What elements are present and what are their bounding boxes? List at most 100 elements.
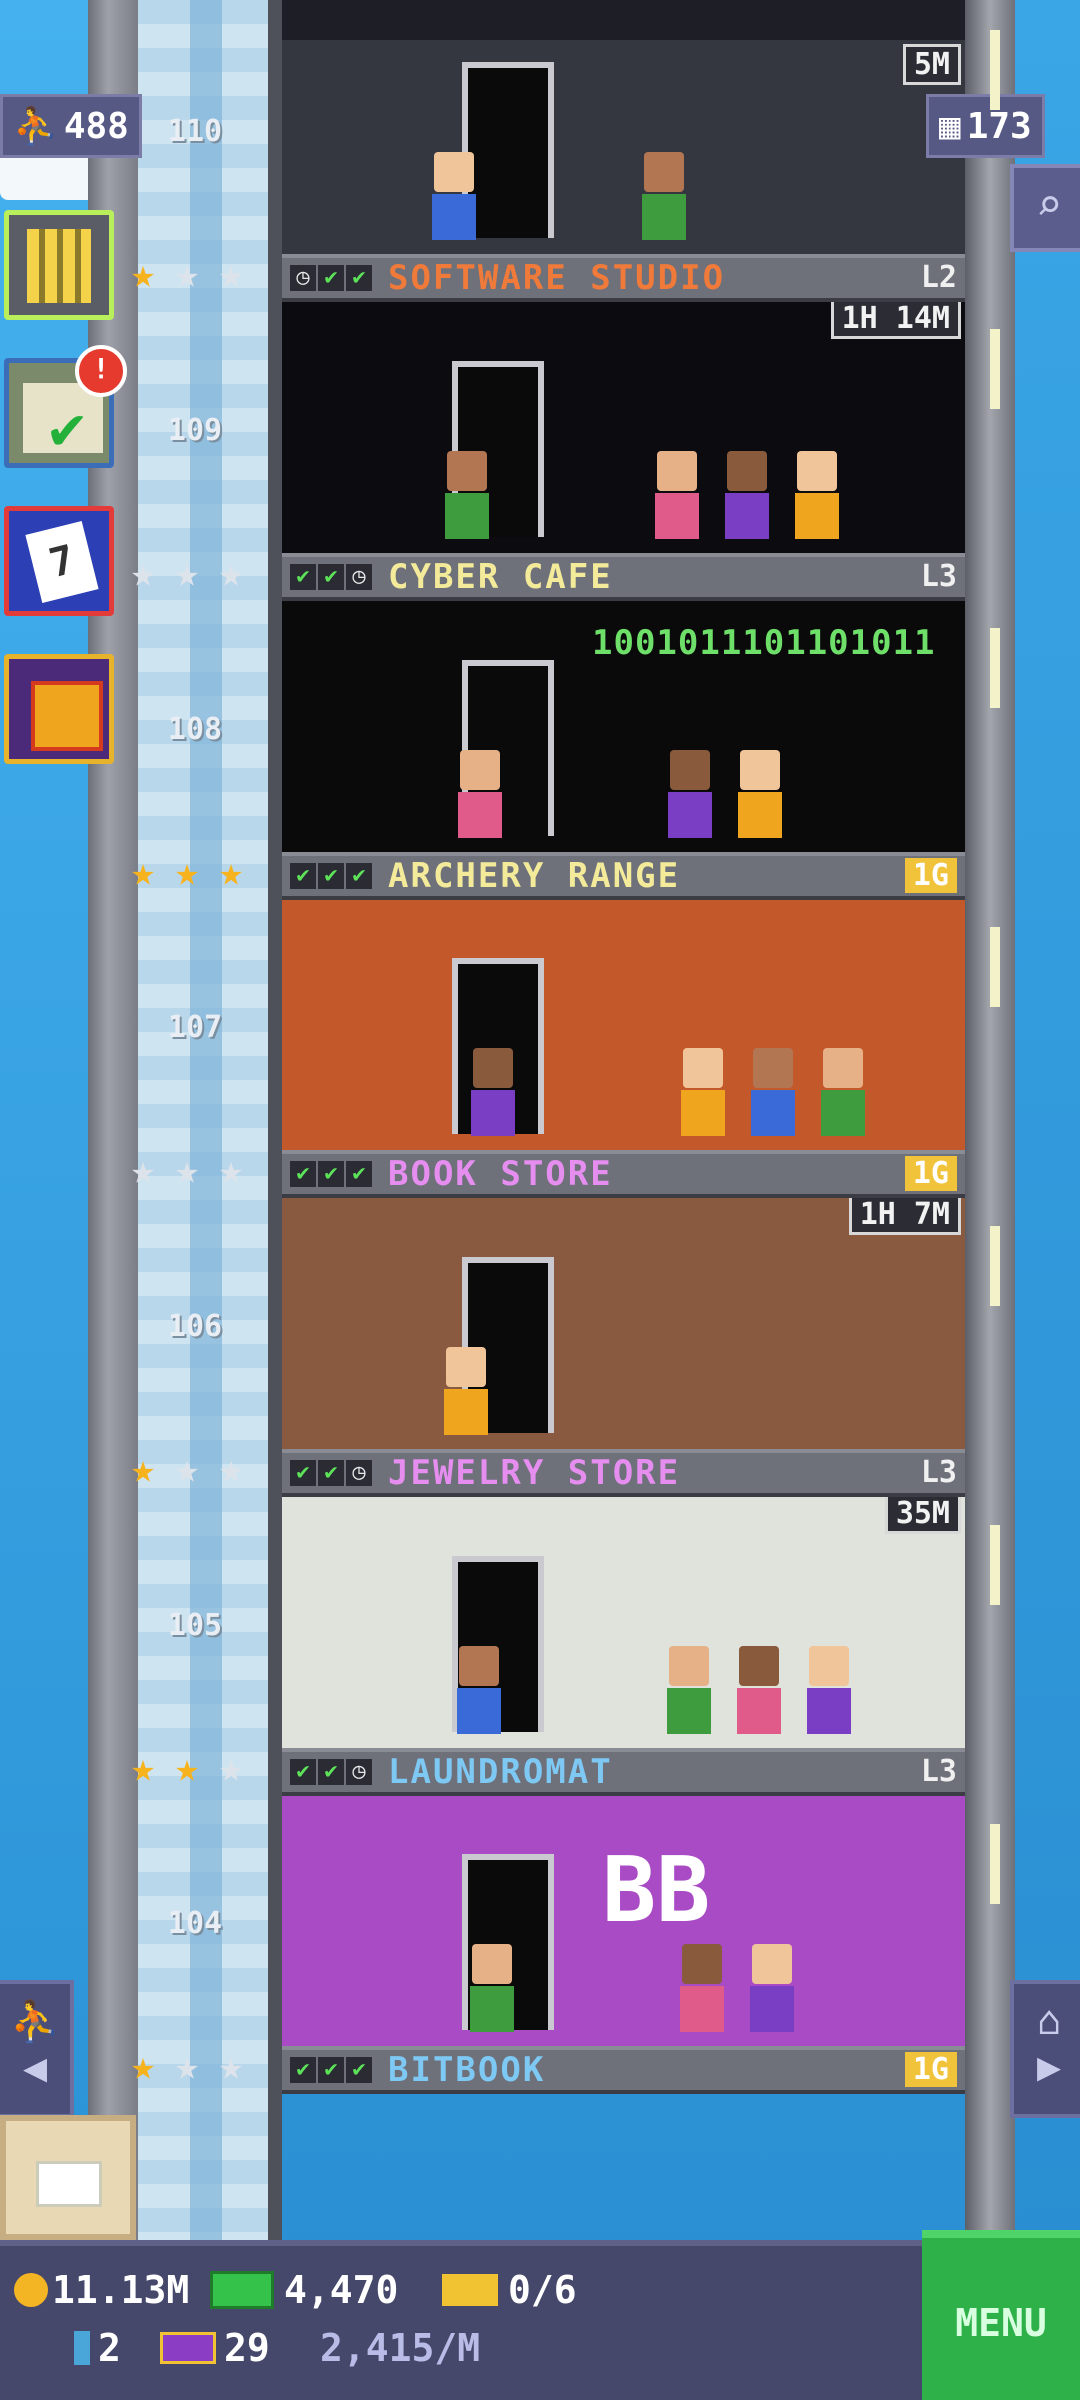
- tower-frame-inner: [268, 0, 282, 2240]
- building-icon: ▦: [939, 105, 961, 147]
- delivery-crate-button[interactable]: [0, 2115, 136, 2240]
- bitizen[interactable]: [751, 1048, 795, 1138]
- check-icon: ✔: [318, 2057, 344, 2083]
- tower-window: [990, 1525, 1000, 1605]
- check-icon: ✔: [318, 1161, 344, 1187]
- bitizen[interactable]: [821, 1048, 865, 1138]
- star-icon: ★: [218, 1745, 244, 1791]
- bitizen[interactable]: [667, 1646, 711, 1736]
- floor-104-label[interactable]: ✔ ✔ ✔ BITBOOK 1G: [282, 2046, 965, 2094]
- golden-tickets-display[interactable]: 29: [160, 2326, 270, 2370]
- visitor-nav-button[interactable]: ⛹ ◀: [0, 1980, 74, 2118]
- build-floor-button[interactable]: [4, 210, 114, 320]
- vip-value: 0/6: [508, 2268, 577, 2312]
- floor-name: SOFTWARE STUDIO: [388, 258, 726, 298]
- stock-status: ◷ ✔ ✔: [290, 265, 372, 291]
- floor-110-scene[interactable]: 5M: [282, 40, 965, 254]
- star-icon: ★: [174, 2043, 200, 2089]
- missions-button[interactable]: ✔ !: [4, 345, 127, 468]
- check-icon: ✔: [318, 1460, 344, 1486]
- bitizen[interactable]: [470, 1944, 514, 2034]
- gift-button[interactable]: [4, 654, 114, 764]
- restock-timer[interactable]: 1H 7M: [848, 1194, 961, 1235]
- bitizen[interactable]: [737, 1646, 781, 1736]
- check-icon: ✔: [318, 564, 344, 590]
- bitizen[interactable]: [642, 152, 686, 242]
- tickets-display[interactable]: 2: [74, 2326, 121, 2370]
- bitizen[interactable]: [445, 451, 489, 541]
- tickets-value: 2: [98, 2326, 121, 2370]
- bitizen[interactable]: [457, 1646, 501, 1736]
- game-screen: 5M 1H 14M 1001011101101011 1H 7M 35M BB ⛹ 488…: [0, 0, 1080, 2400]
- bitizen[interactable]: [725, 451, 769, 541]
- bitizen[interactable]: [680, 1944, 724, 2034]
- floor-number: 104: [167, 1906, 223, 1941]
- bitizen[interactable]: [795, 451, 839, 541]
- ticket-icon: [74, 2331, 90, 2365]
- floor-109-label[interactable]: ✔ ✔ ◷ CYBER CAFE L3: [282, 553, 965, 601]
- restock-timer[interactable]: 35M: [884, 1493, 961, 1534]
- star-icon: ★: [130, 1446, 156, 1492]
- restock-timer[interactable]: 1H 14M: [830, 298, 961, 339]
- clock-icon: ◷: [346, 564, 372, 590]
- bitizen[interactable]: [432, 152, 476, 242]
- floor-counter[interactable]: ▦ 173: [926, 94, 1045, 158]
- star-icon: ★: [130, 2043, 156, 2089]
- search-button[interactable]: ⌕: [1010, 164, 1080, 252]
- floor-106-label[interactable]: ✔ ✔ ◷ JEWELRY STORE L3: [282, 1449, 965, 1497]
- check-icon: ✔: [346, 863, 372, 889]
- coins-display[interactable]: 11.13M: [14, 2268, 189, 2312]
- tower-window: [990, 329, 1000, 409]
- calendar-button[interactable]: 7: [4, 506, 114, 616]
- bitizen[interactable]: [750, 1944, 794, 2034]
- clock-icon: ◷: [346, 1460, 372, 1486]
- bitizen[interactable]: [807, 1646, 851, 1736]
- floor-109-scene[interactable]: 1H 14M: [282, 294, 965, 553]
- floor-name: ARCHERY RANGE: [388, 856, 681, 896]
- sky: [0, 0, 90, 2240]
- floor-105-label[interactable]: ✔ ✔ ◷ LAUNDROMAT L3: [282, 1748, 965, 1796]
- star-icon: ★: [130, 550, 156, 596]
- arrow-left-icon: ◀: [22, 2045, 48, 2091]
- bitizen[interactable]: [444, 1347, 488, 1437]
- person-icon: ⛹: [10, 1999, 60, 2045]
- lobby-nav-button[interactable]: ⌂ ▶: [1010, 1980, 1080, 2118]
- floor-stars: ★ ★ ★: [122, 851, 252, 893]
- bitbook-logo: BB: [602, 1838, 711, 1943]
- clock-icon: ◷: [346, 1759, 372, 1785]
- menu-button[interactable]: MENU: [922, 2230, 1080, 2400]
- check-icon: ✔: [346, 1161, 372, 1187]
- magnifier-icon: ⌕: [1035, 180, 1063, 231]
- binary-code-text: 1001011101101011: [592, 623, 936, 663]
- bitizen[interactable]: [471, 1048, 515, 1138]
- floor-level: 1G: [904, 2052, 957, 2087]
- bitizen[interactable]: [655, 451, 699, 541]
- vip-card-icon: [442, 2274, 498, 2306]
- bitizen[interactable]: [668, 750, 712, 840]
- star-icon: ★: [218, 1147, 244, 1193]
- bitizen[interactable]: [738, 750, 782, 840]
- star-icon: ★: [174, 849, 200, 895]
- tower-frame-left: [88, 0, 138, 2240]
- floor-107-scene[interactable]: [282, 892, 965, 1150]
- floor-number: 108: [167, 712, 223, 747]
- bitizen[interactable]: [458, 750, 502, 840]
- floor-108-scene[interactable]: 1001011101101011: [282, 593, 965, 852]
- floor-stars: ★ ★ ★: [122, 1747, 252, 1789]
- floor-110-label[interactable]: ◷ ✔ ✔ SOFTWARE STUDIO L2: [282, 254, 965, 302]
- check-icon: ✔: [346, 2057, 372, 2083]
- floor-106-scene[interactable]: 1H 7M: [282, 1190, 965, 1449]
- floor-108-label[interactable]: ✔ ✔ ✔ ARCHERY RANGE 1G: [282, 852, 965, 900]
- floor-105-scene[interactable]: 35M: [282, 1489, 965, 1748]
- floor-104-scene[interactable]: BB: [282, 1788, 965, 2046]
- floor-number: 107: [167, 1010, 223, 1045]
- golden-ticket-icon: [160, 2332, 216, 2364]
- sky: [1010, 0, 1080, 2240]
- bux-display[interactable]: 4,470: [210, 2268, 398, 2312]
- population-counter[interactable]: ⛹ 488: [0, 94, 142, 158]
- vip-display[interactable]: 0/6: [442, 2268, 577, 2312]
- floor-107-label[interactable]: ✔ ✔ ✔ BOOK STORE 1G: [282, 1150, 965, 1198]
- restock-timer[interactable]: 5M: [902, 44, 961, 85]
- tower-window: [990, 30, 1000, 110]
- bitizen[interactable]: [681, 1048, 725, 1138]
